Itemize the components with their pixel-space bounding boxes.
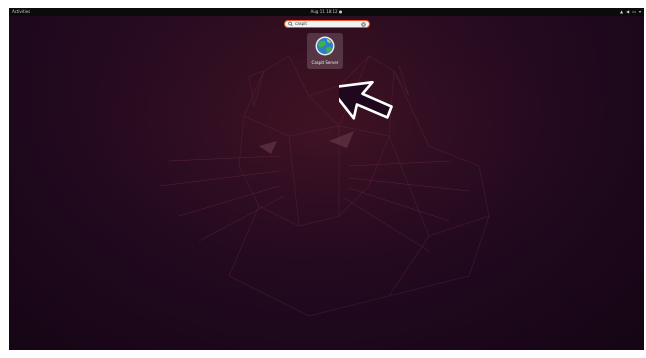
volume-icon[interactable]: ◀ <box>626 8 629 16</box>
top-bar: Activities Aug 11 18:12 ● ▲ ◀ ▭ ▾ <box>9 8 644 16</box>
activities-button[interactable]: Activities <box>12 8 30 16</box>
app-label: Caspit Server <box>311 60 339 65</box>
battery-icon[interactable]: ▭ <box>632 8 636 16</box>
search-box[interactable]: caspit <box>284 20 370 28</box>
power-menu-icon[interactable]: ▾ <box>639 8 641 16</box>
search-result-app[interactable]: Caspit Server <box>307 33 343 69</box>
app-globe-icon <box>315 36 335 56</box>
search-icon <box>288 21 293 27</box>
search-input[interactable]: caspit <box>295 21 361 27</box>
desktop-screen: Activities Aug 11 18:12 ● ▲ ◀ ▭ ▾ caspit… <box>9 8 644 350</box>
network-icon[interactable]: ▲ <box>620 8 623 16</box>
callout-arrow-icon <box>339 80 393 120</box>
clock[interactable]: Aug 11 18:12 ● <box>311 8 343 16</box>
system-tray[interactable]: ▲ ◀ ▭ ▾ <box>620 8 641 16</box>
clear-search-icon[interactable] <box>361 21 366 27</box>
